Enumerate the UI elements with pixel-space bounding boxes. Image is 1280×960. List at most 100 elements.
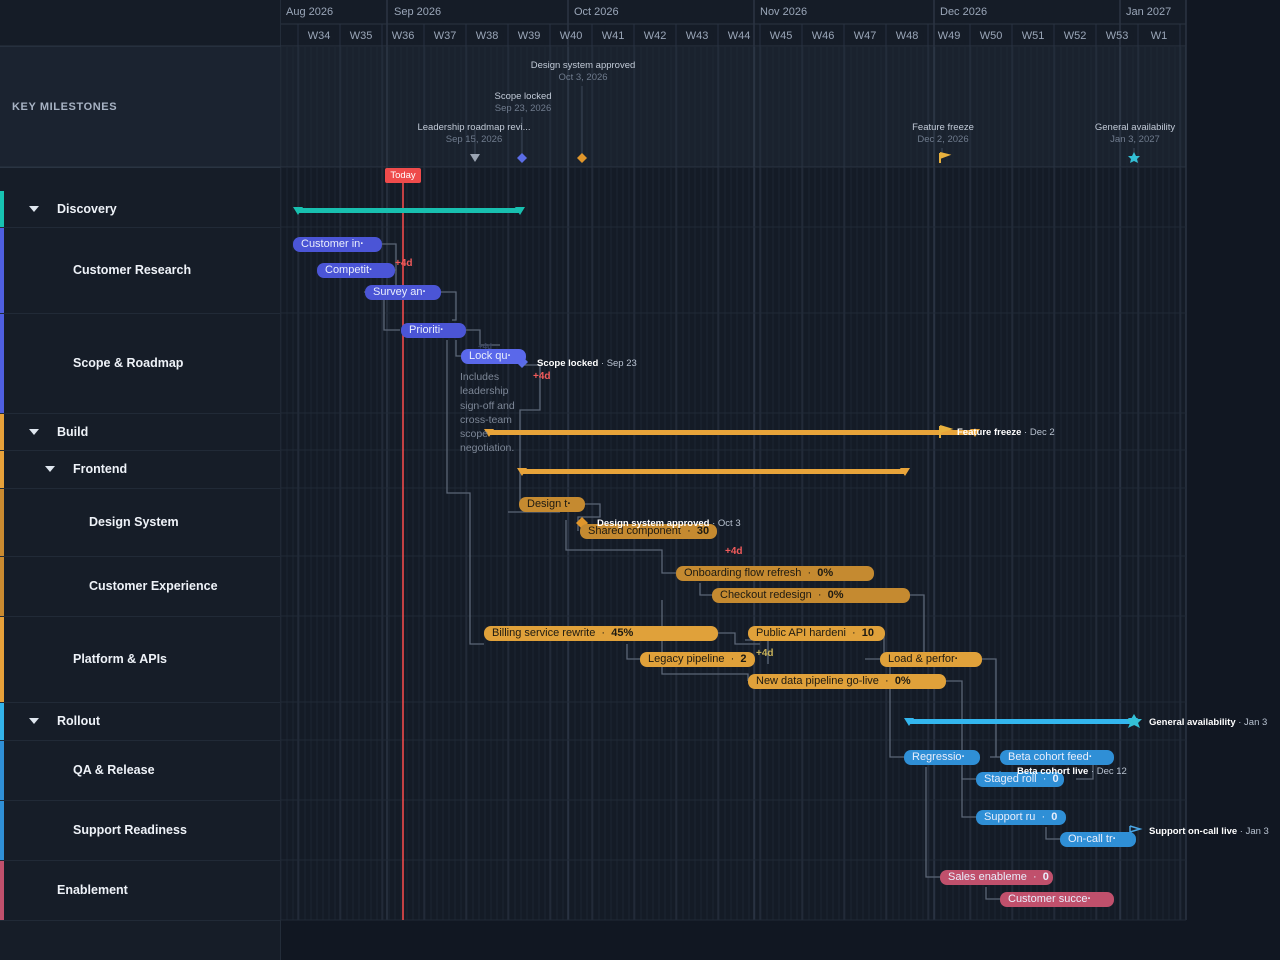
task-label: On-call tr [1068,833,1113,845]
week-label: W50 [979,30,1003,42]
month-label: Dec 2026 [940,6,988,18]
task-progress: 0% [827,589,844,601]
inline-milestone-date: · Oct 3 [709,518,741,529]
task-label: Beta cohort feed [1008,751,1089,763]
task-note: Includes leadership sign-off and cross-t… [460,371,515,455]
task-separator: · [595,627,612,639]
task-separator: · [1035,811,1052,823]
task-label: Regressio [912,751,962,763]
task-bar[interactable]: Regressio· [904,750,980,765]
week-label: W46 [811,30,835,42]
task-progress: · [961,751,966,763]
task-bar[interactable]: Sales enableme · 0 [940,870,1053,885]
task-progress: · [369,264,373,276]
task-bar[interactable]: Beta cohort feed· [1000,750,1114,765]
task-bar[interactable]: Customer succe· [1000,892,1114,907]
week-label: W36 [391,30,415,42]
grid-bg [281,168,1186,920]
task-label: Public API hardeni [756,627,846,639]
week-label: W51 [1021,30,1045,42]
task-bar[interactable]: Customer in· [293,237,382,252]
task-label: Competit [325,264,370,276]
milestone-label[interactable]: Leadership roadmap revi... Sep 15, 2026 [417,122,530,146]
week-label: W40 [559,30,583,42]
task-label: Checkout redesign [720,589,812,601]
milestone-date: Dec 2, 2026 [917,134,969,145]
delay-badge: +4d [725,546,743,557]
inline-milestone-title: Support on-call live [1149,826,1238,837]
inline-milestone-label: Feature freeze · Dec 2 [957,427,1055,438]
inline-milestone-label: Support on-call live · Jan 3 [1149,826,1269,837]
inline-milestone-label: Beta cohort live · Dec 12 [1017,766,1127,777]
inline-milestone-label: Scope locked · Sep 23 [537,358,637,369]
task-separator: · [724,653,741,665]
task-separator: · [1026,871,1043,883]
month-label: Jan 2027 [1126,6,1172,18]
task-label: Onboarding flow refresh [684,567,802,579]
frontend-summary-bar [521,469,906,474]
inline-milestone-date: · Jan 3 [1235,717,1268,728]
inline-milestone-date: · Dec 12 [1088,766,1127,777]
task-progress: · [1087,893,1092,905]
task-bar[interactable]: Public API hardeni · 10 [748,626,885,641]
discovery-summary-bar [297,208,521,213]
week-label: W41 [601,30,625,42]
inline-milestone-title: General availability [1149,717,1236,728]
task-progress: 10 [861,627,875,639]
task-progress: 0% [817,567,834,579]
task-label: Customer in [301,238,361,250]
task-label: Load & perfor [888,653,955,665]
month-label: Oct 2026 [574,6,619,18]
task-bar[interactable]: Legacy pipeline · 2 [640,652,755,667]
milestone-label[interactable]: Design system approved Oct 3, 2026 [531,60,636,84]
milestone-label[interactable]: Feature freeze Dec 2, 2026 [912,122,974,146]
milestone-title: Leadership roadmap revi... [417,122,531,133]
milestone-label[interactable]: Scope locked Sep 23, 2026 [494,91,551,115]
week-label: W48 [895,30,919,42]
inline-milestone-label: General availability · Jan 3 [1149,717,1267,728]
week-label: W49 [937,30,961,42]
delay-badge: +4d [756,648,774,659]
task-progress: · [422,286,427,298]
task-bar[interactable]: Design t· [519,497,585,512]
inline-milestone-date: · Dec 2 [1021,427,1055,438]
milestone-label[interactable]: General availability Jan 3, 2027 [1095,122,1175,146]
task-bar[interactable]: Prioriti· [401,323,466,338]
task-progress: 0 [1051,811,1058,823]
task-bar[interactable]: Checkout redesign · 0% [712,588,910,603]
milestone-lane: Leadership roadmap revi... Sep 15, 2026 Sc… [281,47,1186,167]
task-bar[interactable]: Support ru · 0 [976,810,1066,825]
inline-milestone-date: · Sep 23 [598,358,637,369]
milestone-title: General availability [1094,122,1176,133]
month-label: Nov 2026 [760,6,808,18]
today-marker[interactable]: Today [385,168,421,183]
week-label: W53 [1105,30,1129,42]
task-label: Customer succe [1008,893,1088,905]
task-label: Sales enableme [948,871,1027,883]
task-label: Lock qu [469,350,508,362]
task-bar[interactable]: Lock qu· [461,349,526,364]
task-bar[interactable]: Load & perfor· [880,652,982,667]
task-label: Design t [527,498,568,510]
task-progress: · [507,350,512,362]
week-label: W1 [1150,30,1168,42]
task-bar[interactable]: New data pipeline go-live · 0% [748,674,946,689]
task-bar[interactable]: Billing service rewrite · 45% [484,626,718,641]
delay-badge: +4d [478,342,493,351]
task-separator: · [801,567,818,579]
task-bar[interactable]: On-call tr· [1060,832,1136,847]
task-label: Prioriti [409,324,441,336]
task-label: Billing service rewrite [492,627,596,639]
task-bar[interactable]: Competit· [317,263,395,278]
milestone-date: Sep 23, 2026 [494,103,552,114]
week-label: W52 [1063,30,1087,42]
delay-badge: +4d [395,258,413,269]
task-bar[interactable]: Survey an· [365,285,441,300]
task-progress: 0% [894,675,911,687]
task-progress: · [567,498,572,510]
task-bar[interactable]: Onboarding flow refresh · 0% [676,566,874,581]
task-separator: · [878,675,895,687]
milestone-title: Feature freeze [912,122,974,133]
rollout-summary-bar [908,719,1134,724]
month-label: Aug 2026 [286,6,334,18]
